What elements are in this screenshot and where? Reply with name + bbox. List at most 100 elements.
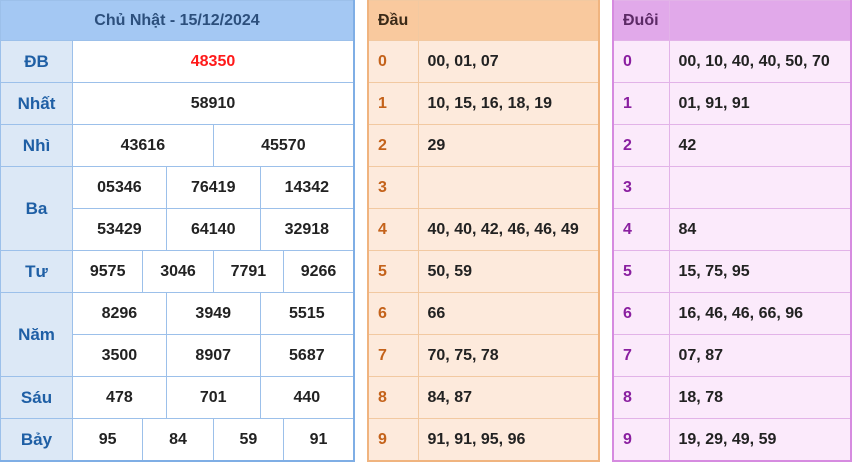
prize-row-tu: Tư 9575 3046 7791 9266 <box>0 250 355 294</box>
head-row: 6 66 <box>367 292 600 336</box>
head-digit: 8 <box>367 376 419 420</box>
tail-digit: 3 <box>612 166 670 210</box>
head-digit: 5 <box>367 250 419 294</box>
prize-value: 64140 <box>165 208 261 252</box>
prize-value: 14342 <box>259 166 355 210</box>
prize-value: 8907 <box>165 334 261 378</box>
prize-row-nam: Năm 8296 3949 5515 <box>0 292 355 378</box>
prize-label-nhi: Nhì <box>0 124 73 168</box>
tail-digit: 2 <box>612 124 670 168</box>
prize-row-bay: Bảy 95 84 59 91 <box>0 418 355 462</box>
head-row: 9 91, 91, 95, 96 <box>367 418 600 462</box>
prize-row-nhi: Nhì 43616 45570 <box>0 124 355 168</box>
head-row: 0 00, 01, 07 <box>367 39 600 84</box>
head-digit: 6 <box>367 292 419 336</box>
prize-label-ba: Ba <box>0 166 73 252</box>
prize-value: 7791 <box>212 250 285 294</box>
head-values: 40, 40, 42, 46, 46, 49 <box>417 208 600 252</box>
tail-values: 16, 46, 46, 66, 96 <box>668 292 852 336</box>
tail-row: 4 84 <box>612 208 852 252</box>
tail-row: 7 07, 87 <box>612 334 852 378</box>
tail-digit-header: Đuôi <box>612 0 670 41</box>
prize-value: 5515 <box>259 292 355 336</box>
tail-row: 1 01, 91, 91 <box>612 82 852 126</box>
head-row: 1 10, 15, 16, 18, 19 <box>367 82 600 126</box>
head-values: 50, 59 <box>417 250 600 294</box>
prize-row-sau: Sáu 478 701 440 <box>0 376 355 420</box>
prize-value: 9266 <box>283 250 355 294</box>
prize-value: 478 <box>72 376 167 420</box>
prize-value: 58910 <box>72 82 355 126</box>
prize-label-bay: Bảy <box>0 418 73 462</box>
tail-values: 18, 78 <box>668 376 852 420</box>
head-row: 3 <box>367 166 600 210</box>
tail-values-header <box>668 0 852 41</box>
head-digit: 2 <box>367 124 419 168</box>
prize-value: 3500 <box>72 334 167 378</box>
prize-value: 5687 <box>259 334 355 378</box>
head-values: 66 <box>417 292 600 336</box>
prize-value: 53429 <box>72 208 167 252</box>
tail-row: 0 00, 10, 40, 40, 50, 70 <box>612 39 852 84</box>
head-values: 10, 15, 16, 18, 19 <box>417 82 600 126</box>
prize-row-db: ĐB 48350 <box>0 39 355 84</box>
prize-label-sau: Sáu <box>0 376 73 420</box>
tail-row: 9 19, 29, 49, 59 <box>612 418 852 462</box>
prize-value: 95 <box>71 418 144 462</box>
prize-value: 440 <box>259 376 355 420</box>
results-table: Chủ Nhật - 15/12/2024 ĐB 48350 Nhất 5891… <box>0 0 355 462</box>
head-values <box>417 166 600 210</box>
head-digit: 0 <box>367 39 419 84</box>
head-row: 2 29 <box>367 124 600 168</box>
head-digit: 4 <box>367 208 419 252</box>
prize-label-tu: Tư <box>0 250 73 294</box>
tail-digit: 7 <box>612 334 670 378</box>
head-digit: 1 <box>367 82 419 126</box>
prize-label-nhat: Nhất <box>0 82 73 126</box>
prize-value: 48350 <box>72 39 355 84</box>
head-values-header <box>417 0 600 41</box>
tail-digit: 6 <box>612 292 670 336</box>
head-row: 8 84, 87 <box>367 376 600 420</box>
prize-row-ba: Ba 05346 76419 14342 <box>0 166 355 252</box>
tail-row: 5 15, 75, 95 <box>612 250 852 294</box>
head-row: 7 70, 75, 78 <box>367 334 600 378</box>
prize-value: 32918 <box>259 208 355 252</box>
tail-values: 19, 29, 49, 59 <box>668 418 852 462</box>
head-values: 84, 87 <box>417 376 600 420</box>
prize-label-db: ĐB <box>0 39 73 84</box>
prize-value: 3046 <box>142 250 214 294</box>
head-values: 00, 01, 07 <box>417 39 600 84</box>
tail-digit: 4 <box>612 208 670 252</box>
prize-value: 45570 <box>212 124 355 168</box>
tail-values <box>668 166 852 210</box>
prize-value: 701 <box>165 376 261 420</box>
head-digit-table: Đầu 0 00, 01, 07 1 10, 15, 16, 18, 19 2 29 … <box>367 0 600 462</box>
prize-value: 05346 <box>72 166 167 210</box>
tail-digit: 5 <box>612 250 670 294</box>
results-date-title: Chủ Nhật - 15/12/2024 <box>0 0 355 41</box>
tail-values: 84 <box>668 208 852 252</box>
head-digit: 3 <box>367 166 419 210</box>
prize-value: 84 <box>142 418 214 462</box>
head-digit: 9 <box>367 418 419 462</box>
prize-value: 8296 <box>72 292 167 336</box>
tail-digit: 1 <box>612 82 670 126</box>
tail-digit: 9 <box>612 418 670 462</box>
prize-value: 76419 <box>165 166 261 210</box>
prize-value: 91 <box>283 418 355 462</box>
head-digit-header: Đầu <box>367 0 419 41</box>
head-values: 70, 75, 78 <box>417 334 600 378</box>
head-values: 29 <box>417 124 600 168</box>
head-row: 4 40, 40, 42, 46, 46, 49 <box>367 208 600 252</box>
prize-value: 9575 <box>71 250 144 294</box>
tail-row: 3 <box>612 166 852 210</box>
tail-digit: 0 <box>612 39 670 84</box>
tail-values: 00, 10, 40, 40, 50, 70 <box>668 39 852 84</box>
prize-value: 59 <box>212 418 285 462</box>
tail-digit-table: Đuôi 0 00, 10, 40, 40, 50, 70 1 01, 91, 91… <box>612 0 852 462</box>
tail-row: 8 18, 78 <box>612 376 852 420</box>
tail-row: 2 42 <box>612 124 852 168</box>
head-row: 5 50, 59 <box>367 250 600 294</box>
tail-values: 07, 87 <box>668 334 852 378</box>
